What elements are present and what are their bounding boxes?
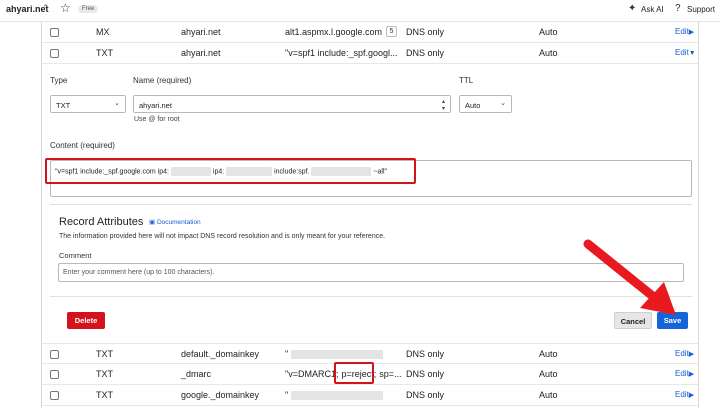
record-type: TXT bbox=[96, 390, 113, 400]
triangle-right-icon: ▶ bbox=[688, 351, 695, 358]
support-button[interactable]: Support bbox=[687, 5, 715, 14]
edit-link[interactable]: Edit▼ bbox=[675, 48, 696, 57]
ask-ai-button[interactable]: Ask AI bbox=[641, 5, 664, 14]
record-type: TXT bbox=[96, 48, 113, 58]
type-select-value: TXT bbox=[56, 101, 71, 110]
table-row: TXT default._domainkey " DNS only Auto E… bbox=[42, 343, 698, 364]
priority-badge: 5 bbox=[386, 26, 397, 37]
proxy-status: DNS only bbox=[406, 48, 445, 58]
resize-arrows-icon: ▴ ▾ bbox=[441, 99, 445, 112]
name-input[interactable]: ahyari.net ▴ ▾ bbox=[133, 95, 451, 113]
comment-input[interactable]: Enter your comment here (up to 100 chara… bbox=[58, 263, 684, 282]
row-checkbox[interactable] bbox=[50, 370, 59, 379]
sparkle-icon[interactable]: ✦ bbox=[628, 3, 636, 14]
type-label: Type bbox=[50, 76, 68, 85]
record-content: "v=spf1 include:_spf.googl... bbox=[285, 48, 398, 58]
cancel-button[interactable]: Cancel bbox=[614, 312, 652, 329]
proxy-status: DNS only bbox=[406, 390, 445, 400]
redacted-content bbox=[291, 350, 384, 360]
record-content: alt1.aspmx.l.google.com bbox=[285, 27, 383, 37]
record-type: TXT bbox=[96, 369, 113, 379]
edit-link[interactable]: Edit▶ bbox=[675, 390, 694, 399]
redacted-content bbox=[291, 391, 384, 401]
name-label: Name (required) bbox=[133, 76, 192, 85]
record-ttl: Auto bbox=[539, 48, 558, 58]
type-select[interactable]: TXT ⌄ bbox=[50, 95, 126, 113]
record-name: default._domainkey bbox=[181, 349, 260, 359]
record-attributes-section bbox=[50, 204, 692, 297]
record-type: TXT bbox=[96, 349, 113, 359]
record-ttl: Auto bbox=[539, 390, 558, 400]
table-row: TXT google._domainkey " DNS only Auto Ed… bbox=[42, 385, 698, 406]
record-name: google._domainkey bbox=[181, 390, 260, 400]
chevron-down-icon: ⌄ bbox=[500, 100, 506, 107]
record-content: " bbox=[285, 349, 384, 360]
record-ttl: Auto bbox=[539, 27, 558, 37]
row-checkbox[interactable] bbox=[50, 28, 59, 37]
record-name: ahyari.net bbox=[181, 27, 221, 37]
row-checkbox[interactable] bbox=[50, 350, 59, 359]
record-type: MX bbox=[96, 27, 110, 37]
triangle-right-icon: ▶ bbox=[688, 392, 695, 399]
plan-badge: Free bbox=[78, 5, 99, 13]
row-checkbox[interactable] bbox=[50, 49, 59, 58]
save-button[interactable]: Save bbox=[657, 312, 688, 329]
table-row: MX ahyari.net alt1.aspmx.l.google.com 5 … bbox=[42, 22, 698, 43]
delete-button[interactable]: Delete bbox=[67, 312, 105, 329]
edit-link[interactable]: Edit▶ bbox=[675, 369, 694, 378]
highlight-box-content bbox=[45, 158, 416, 184]
star-icon[interactable]: ☆ bbox=[60, 1, 71, 15]
comment-label: Comment bbox=[59, 251, 92, 260]
edit-link[interactable]: Edit▶ bbox=[675, 349, 694, 358]
book-icon: ▣ bbox=[149, 219, 157, 226]
name-input-value: ahyari.net bbox=[139, 101, 172, 110]
documentation-link[interactable]: ▣ Documentation bbox=[149, 218, 201, 226]
ttl-label: TTL bbox=[459, 76, 474, 85]
proxy-status: DNS only bbox=[406, 27, 445, 37]
comment-placeholder: Enter your comment here (up to 100 chara… bbox=[63, 269, 215, 276]
proxy-status: DNS only bbox=[406, 369, 445, 379]
record-attributes-title: Record Attributes bbox=[59, 216, 144, 228]
edit-link[interactable]: Edit▶ bbox=[675, 27, 694, 36]
dns-records-panel: MX ahyari.net alt1.aspmx.l.google.com 5 … bbox=[41, 22, 699, 408]
record-name: ahyari.net bbox=[181, 48, 221, 58]
row-checkbox[interactable] bbox=[50, 391, 59, 400]
highlight-box-dmarc-policy bbox=[334, 362, 374, 384]
attributes-description: The information provided here will not i… bbox=[59, 233, 386, 240]
proxy-status: DNS only bbox=[406, 349, 445, 359]
chevron-down-icon: ⌄ bbox=[114, 100, 120, 107]
content-label: Content (required) bbox=[50, 141, 115, 150]
record-content: " bbox=[285, 390, 384, 401]
table-row: TXT ahyari.net "v=spf1 include:_spf.goog… bbox=[42, 43, 698, 64]
triangle-right-icon: ▶ bbox=[688, 371, 695, 378]
record-name: _dmarc bbox=[181, 369, 212, 379]
triangle-down-icon: ▼ bbox=[688, 50, 696, 57]
ttl-select-value: Auto bbox=[465, 101, 481, 110]
chevron-updown-icon[interactable]: ⌃ bbox=[42, 3, 50, 14]
record-ttl: Auto bbox=[539, 369, 558, 379]
help-circle-icon[interactable]: ? bbox=[675, 3, 681, 14]
triangle-right-icon: ▶ bbox=[688, 29, 695, 36]
top-bar: ahyari.net ⌃ ☆ Free ✦ Ask AI ? Support bbox=[0, 0, 720, 22]
record-ttl: Auto bbox=[539, 349, 558, 359]
ttl-select[interactable]: Auto ⌄ bbox=[459, 95, 512, 113]
name-hint: Use @ for root bbox=[134, 116, 180, 123]
